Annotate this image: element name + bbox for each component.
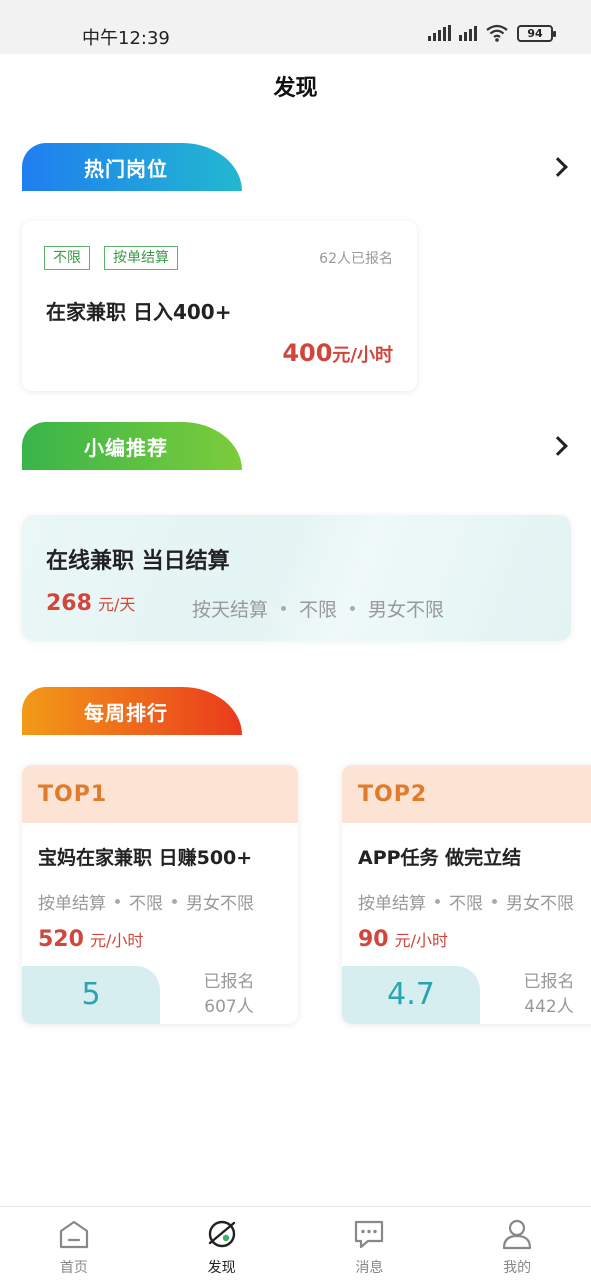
rating-score: 5 — [22, 966, 160, 1024]
job-title: APP任务 做完立结 — [358, 847, 522, 869]
ranking-card-top2[interactable]: TOP2 APP任务 做完立结 按单结算 不限 男女不限 90 元/小时 4.7 … — [342, 765, 591, 1024]
price-value: 268 — [46, 591, 92, 616]
bottom-nav: 首页 发现 消息 我的 — [0, 1206, 591, 1280]
nav-item-profile[interactable]: 我的 — [443, 1207, 591, 1280]
hot-job-card[interactable]: 不限 按单结算 62人已报名 在家兼职 日入400+ 400元/小时 — [22, 221, 417, 391]
separator-dot — [350, 606, 356, 611]
section-recommend-banner: 小编推荐 — [22, 422, 242, 470]
nav-label: 我的 — [503, 1260, 532, 1276]
signal-roaming-icon — [459, 25, 477, 41]
separator-dot — [281, 606, 287, 611]
meta-settlement: 按单结算 — [38, 894, 106, 914]
price-value: 520 — [38, 927, 84, 952]
nav-item-discover[interactable]: 发现 — [148, 1207, 296, 1280]
job-meta: 按单结算 不限 男女不限 — [358, 889, 574, 914]
signup-label: 已报名 — [203, 972, 255, 992]
meta-gender: 男女不限 — [186, 894, 254, 914]
nav-label: 首页 — [59, 1260, 88, 1276]
job-meta: 按天结算 不限 男女不限 — [192, 595, 444, 622]
price-value: 90 — [358, 927, 389, 952]
job-tag: 按单结算 — [104, 246, 178, 270]
ranking-card-top1[interactable]: TOP1 宝妈在家兼职 日赚500+ 按单结算 不限 男女不限 520 元/小时 … — [22, 765, 298, 1024]
meta-settlement: 按天结算 — [192, 599, 269, 621]
signup-info: 已报名 607人 — [160, 970, 298, 1020]
separator-dot — [115, 899, 120, 904]
separator-dot — [492, 899, 497, 904]
status-icons: 94 — [428, 24, 556, 42]
meta-requirement: 不限 — [129, 894, 163, 914]
signal-icon — [428, 25, 451, 41]
meta-requirement: 不限 — [299, 599, 338, 621]
job-price: 268 元/天 — [46, 591, 135, 616]
rank-label: TOP2 — [342, 765, 591, 823]
job-title: 宝妈在家兼职 日赚500+ — [38, 847, 253, 869]
job-price: 400元/小时 — [282, 339, 393, 367]
separator-dot — [172, 899, 177, 904]
recommend-more-chevron-icon[interactable] — [548, 436, 568, 456]
price-unit: 元/小时 — [332, 345, 393, 366]
discover-icon — [208, 1220, 235, 1248]
recommend-job-card[interactable]: 在线兼职 当日结算 268 元/天 按天结算 不限 男女不限 — [22, 515, 571, 641]
page-title: 发现 — [273, 76, 318, 101]
signup-count: 62人已报名 — [319, 251, 393, 267]
meta-gender: 男女不限 — [368, 599, 445, 621]
price-unit: 元/小时 — [89, 931, 144, 950]
rank-label: TOP1 — [22, 765, 298, 823]
signup-info: 已报名 442人 — [480, 970, 591, 1020]
nav-label: 发现 — [207, 1260, 236, 1276]
section-hot-jobs-banner: 热门岗位 — [22, 143, 242, 191]
signup-count: 442人 — [524, 997, 574, 1017]
job-price: 520 元/小时 — [38, 927, 143, 952]
separator-dot — [435, 899, 440, 904]
status-time: 中午12:39 — [82, 28, 170, 49]
price-unit: 元/天 — [97, 595, 136, 614]
meta-settlement: 按单结算 — [358, 894, 426, 914]
meta-gender: 男女不限 — [506, 894, 574, 914]
hot-jobs-more-chevron-icon[interactable] — [548, 157, 568, 177]
job-price: 90 元/小时 — [358, 927, 448, 952]
profile-icon — [503, 1219, 532, 1250]
nav-label: 消息 — [355, 1260, 384, 1276]
job-meta: 按单结算 不限 男女不限 — [38, 889, 254, 914]
signup-count: 607人 — [204, 997, 254, 1017]
price-unit: 元/小时 — [394, 931, 449, 950]
price-value: 400 — [282, 339, 333, 367]
section-weekly-ranking-banner: 每周排行 — [22, 687, 242, 735]
battery-icon: 94 — [517, 24, 556, 42]
meta-requirement: 不限 — [449, 894, 483, 914]
nav-item-home[interactable]: 首页 — [0, 1207, 148, 1280]
home-icon — [59, 1220, 88, 1249]
nav-item-messages[interactable]: 消息 — [296, 1207, 444, 1280]
rating-score: 4.7 — [342, 966, 480, 1024]
signup-label: 已报名 — [523, 972, 575, 992]
status-bar: 中午12:39 94 — [0, 0, 591, 54]
job-title: 在线兼职 当日结算 — [46, 549, 230, 574]
message-icon — [355, 1220, 384, 1249]
wifi-icon — [486, 24, 508, 42]
job-title: 在家兼职 日入400+ — [46, 300, 232, 324]
job-tag: 不限 — [44, 246, 90, 270]
